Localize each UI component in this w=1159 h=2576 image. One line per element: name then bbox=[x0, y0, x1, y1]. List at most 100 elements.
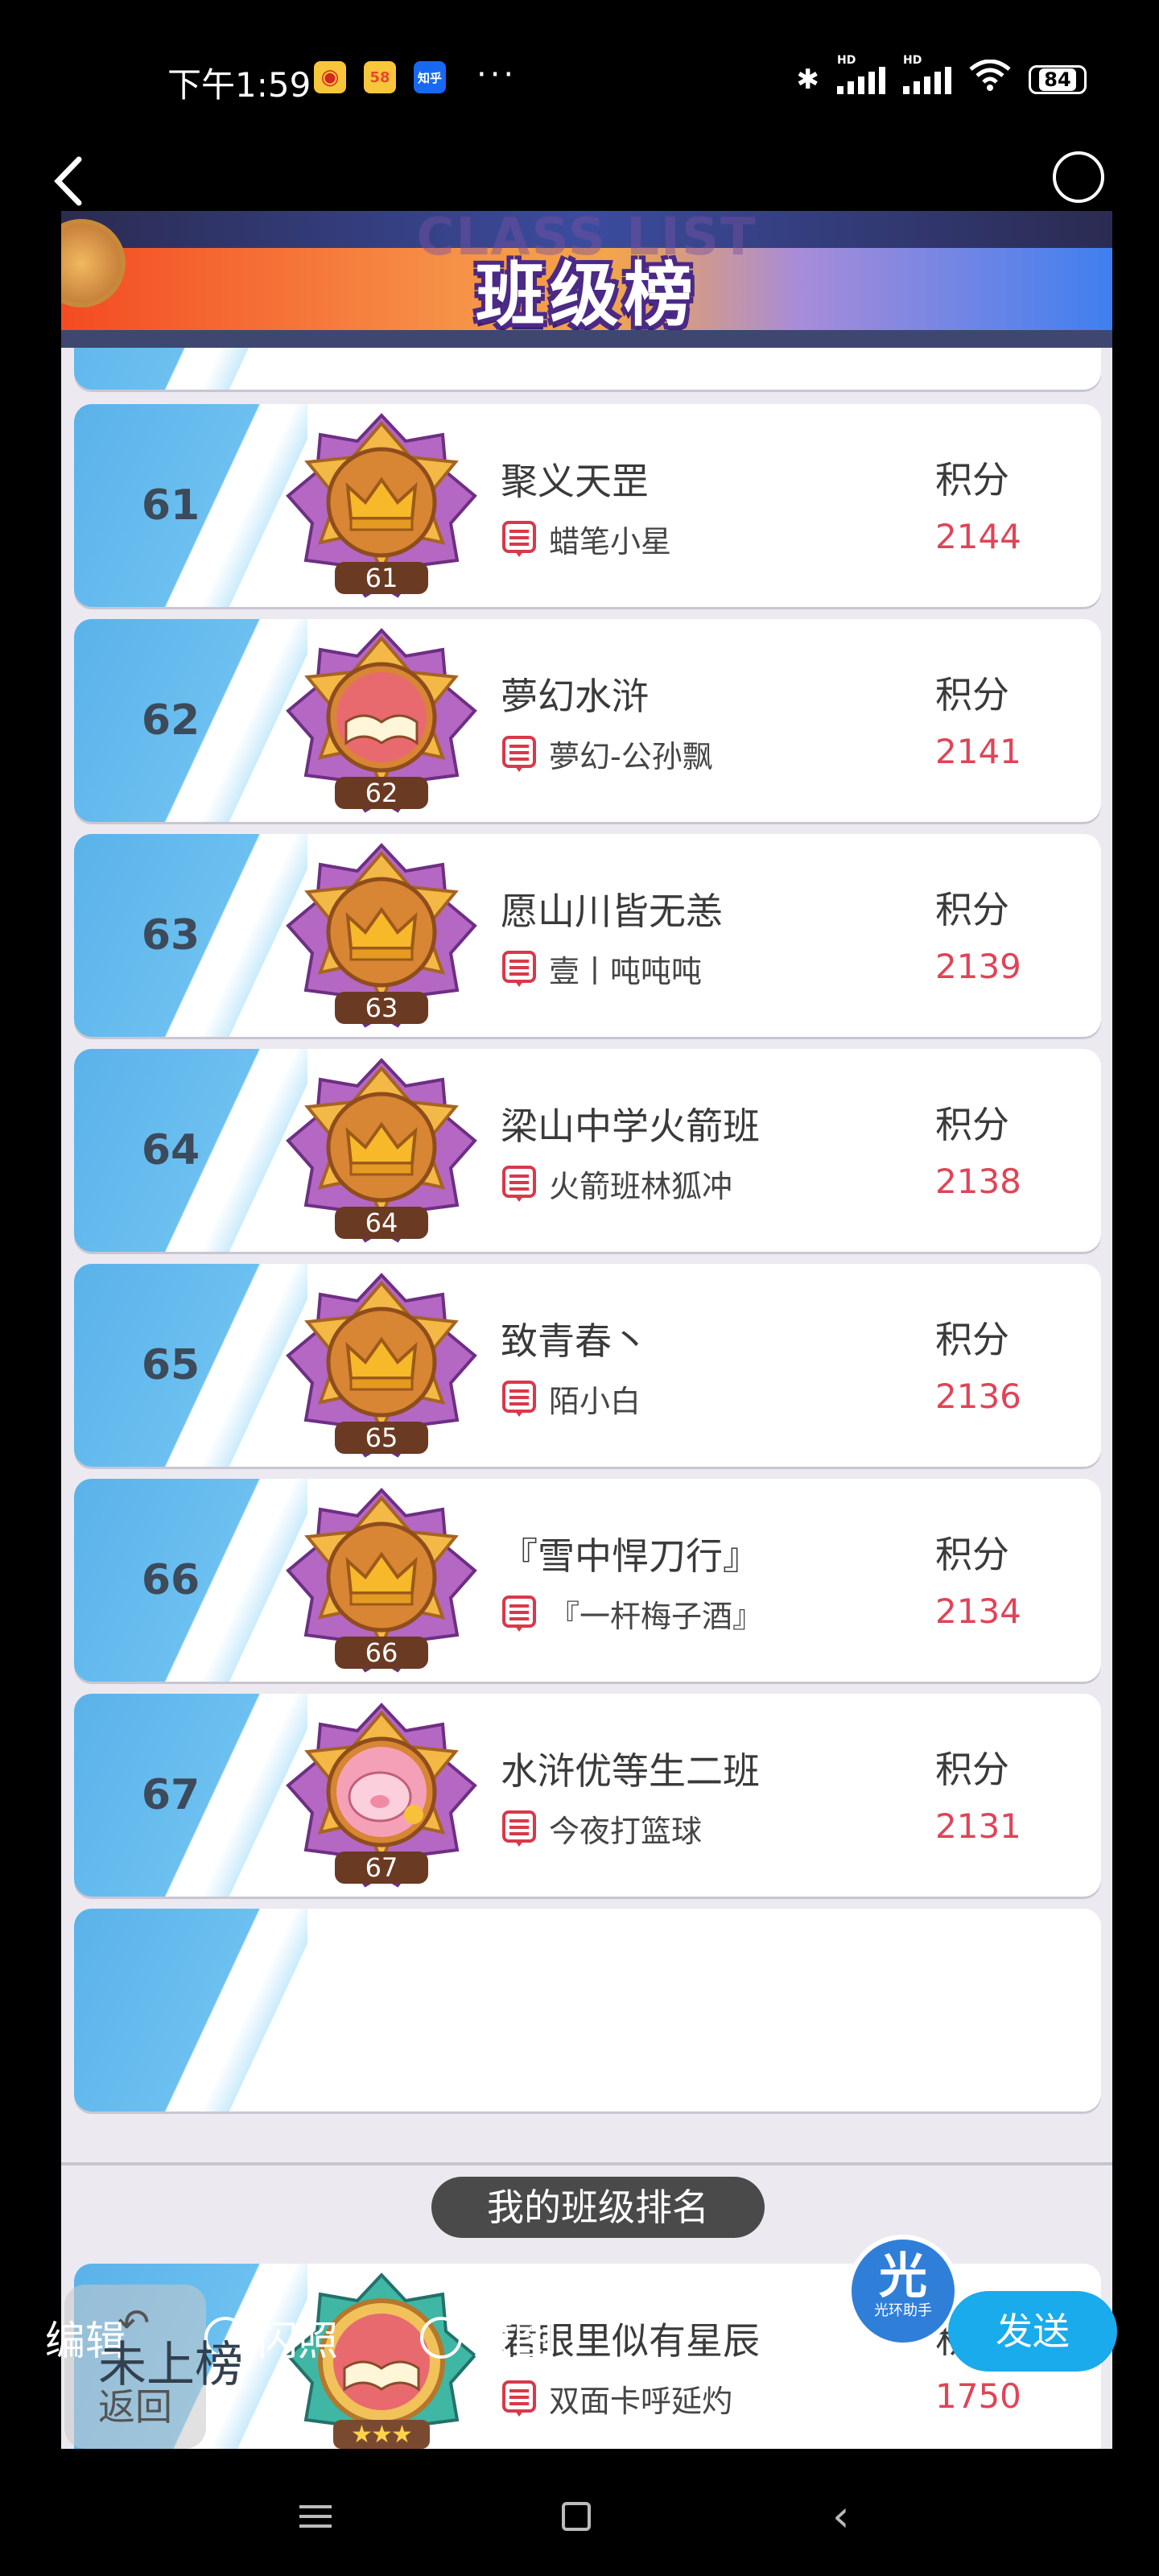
bluetooth-icon: ✱ bbox=[796, 63, 820, 96]
class-list-panel: CLASS LIST 班级榜 61 61 聚义天罡 蜡笔小星 积分 2144 6… bbox=[61, 211, 1112, 2449]
recent-apps-icon[interactable] bbox=[299, 2505, 332, 2534]
class-name: 水浒优等生二班 bbox=[501, 1749, 760, 1793]
badge-number: 65 bbox=[365, 1422, 398, 1453]
system-nav-bar: ‹ bbox=[0, 2455, 1159, 2576]
rank-strip bbox=[74, 348, 316, 390]
crown-badge-icon: 65 bbox=[285, 1272, 478, 1462]
my-rank: 未上榜 bbox=[98, 2337, 243, 2393]
score-value: 2134 bbox=[935, 1591, 1021, 1631]
leader-name: 夢幻-公孙飘 bbox=[549, 739, 713, 774]
my-class-leader: 双面卡呼延灼 bbox=[501, 2376, 732, 2421]
crown-badge-icon: 61 bbox=[285, 412, 478, 602]
badge-number: 61 bbox=[365, 563, 398, 593]
rank-number: 62 bbox=[141, 696, 200, 745]
circle-button[interactable] bbox=[1053, 151, 1104, 203]
class-leader: 壹丨吨吨吨 bbox=[501, 947, 702, 991]
class-leader: 蜡笔小星 bbox=[501, 517, 671, 561]
leader-name: 壹丨吨吨吨 bbox=[549, 954, 703, 989]
crown-badge-icon: 64 bbox=[285, 1057, 478, 1247]
zhihu-icon: 知乎 bbox=[414, 61, 446, 93]
class-flag-icon bbox=[501, 1380, 538, 1418]
back-arrow-icon[interactable] bbox=[48, 153, 97, 209]
score-label: 积分 bbox=[935, 1103, 1009, 1146]
score-value: 2139 bbox=[935, 947, 1021, 986]
ranking-list[interactable]: 61 61 聚义天罡 蜡笔小星 积分 2144 62 62 夢幻水浒 夢幻-公孙… bbox=[61, 348, 1112, 2162]
score-label: 积分 bbox=[935, 673, 1009, 716]
score-value: 2138 bbox=[935, 1162, 1021, 1201]
class-name: 夢幻水浒 bbox=[501, 675, 649, 718]
badge-number: 67 bbox=[365, 1852, 398, 1883]
book-badge-icon: 62 bbox=[285, 627, 478, 817]
badge-number: 62 bbox=[365, 778, 398, 808]
ranking-row-partial[interactable] bbox=[74, 1909, 1101, 2112]
rank-number: 66 bbox=[141, 1556, 200, 1604]
flash-label: 闪照 bbox=[258, 2318, 338, 2364]
58-icon: 58 bbox=[364, 61, 396, 93]
banner-bottom-strip bbox=[61, 330, 1112, 348]
rank-number: 65 bbox=[141, 1341, 200, 1389]
wifi-icon bbox=[969, 59, 1011, 99]
class-name: 『雪中悍刀行』 bbox=[501, 1534, 760, 1578]
score-value: 2141 bbox=[935, 732, 1021, 771]
original-radio[interactable] bbox=[420, 2317, 462, 2359]
svg-text:★: ★ bbox=[351, 2421, 373, 2449]
battery-level: 84 bbox=[1039, 68, 1076, 91]
ranking-row[interactable]: 64 64 梁山中学火箭班 火箭班林狐冲 积分 2138 bbox=[74, 1049, 1101, 1252]
class-flag-icon bbox=[501, 1165, 538, 1203]
score-value: 2131 bbox=[935, 1806, 1021, 1846]
divider bbox=[61, 2162, 1112, 2165]
svg-text:★: ★ bbox=[371, 2421, 393, 2449]
ranking-row[interactable]: 61 61 聚义天罡 蜡笔小星 积分 2144 bbox=[74, 404, 1101, 607]
class-name: 梁山中学火箭班 bbox=[501, 1104, 760, 1148]
ranking-row[interactable]: 66 66 『雪中悍刀行』 『一杆梅子酒』 积分 2134 bbox=[74, 1479, 1101, 1682]
rank-number: 63 bbox=[141, 911, 200, 960]
class-leader: 夢幻-公孙飘 bbox=[501, 732, 713, 776]
rank-number: 64 bbox=[141, 1126, 200, 1174]
original-label: 原图 bbox=[473, 2318, 554, 2364]
rank-strip bbox=[74, 1909, 316, 2112]
send-button[interactable]: 发送 bbox=[948, 2291, 1117, 2372]
banner: CLASS LIST 班级榜 bbox=[61, 211, 1112, 348]
ranking-row-partial[interactable] bbox=[74, 348, 1101, 390]
ranking-row[interactable]: 65 65 致青春丶 陌小白 积分 2136 bbox=[74, 1264, 1101, 1467]
ranking-row[interactable]: 67 67 水浒优等生二班 今夜打篮球 积分 2131 bbox=[74, 1694, 1101, 1897]
leader-name: 火箭班林狐冲 bbox=[549, 1169, 733, 1204]
assistant-floating-button[interactable]: 光 光环助手 bbox=[847, 2235, 959, 2347]
svg-text:★: ★ bbox=[391, 2421, 413, 2449]
pig-badge-icon: 67 bbox=[285, 1702, 478, 1892]
status-right: ✱ HD HD 84 bbox=[796, 54, 1087, 99]
status-bar: 下午1:59 ◉ 58 知乎 ··· ✱ HD HD 84 bbox=[0, 0, 1159, 145]
crown-badge-icon: 63 bbox=[285, 842, 478, 1032]
assistant-label: 光环助手 bbox=[874, 2302, 932, 2319]
leader-name: 今夜打篮球 bbox=[549, 1814, 703, 1849]
class-leader: 『一杆梅子酒』 bbox=[501, 1591, 763, 1636]
class-leader: 今夜打篮球 bbox=[501, 1806, 702, 1851]
class-flag-icon bbox=[501, 735, 538, 773]
home-icon[interactable] bbox=[562, 2502, 591, 2531]
score-value: 2144 bbox=[935, 517, 1021, 556]
original-photo-option[interactable]: 原图 bbox=[420, 2309, 554, 2367]
my-score: 1750 bbox=[935, 2376, 1021, 2416]
class-name: 愿山川皆无恙 bbox=[501, 890, 723, 933]
page-title: 班级榜 bbox=[476, 255, 698, 336]
signal-icon: HD bbox=[837, 54, 885, 94]
score-label: 积分 bbox=[935, 458, 1009, 502]
class-flag-icon bbox=[501, 520, 538, 558]
ranking-row[interactable]: 62 62 夢幻水浒 夢幻-公孙飘 积分 2141 bbox=[74, 619, 1101, 822]
badge-number: 66 bbox=[365, 1637, 398, 1668]
leader-name: 蜡笔小星 bbox=[549, 524, 672, 559]
nav-back-icon[interactable]: ‹ bbox=[832, 2491, 850, 2541]
score-value: 2136 bbox=[935, 1377, 1021, 1416]
class-flag-icon bbox=[501, 1810, 538, 1847]
ranking-row[interactable]: 63 63 愿山川皆无恙 壹丨吨吨吨 积分 2139 bbox=[74, 834, 1101, 1037]
score-label: 积分 bbox=[935, 1748, 1009, 1791]
my-class-section-title: 我的班级排名 bbox=[431, 2177, 765, 2238]
battery-icon: 84 bbox=[1029, 64, 1087, 94]
rank-number: 67 bbox=[141, 1771, 200, 1819]
class-flag-icon bbox=[501, 2380, 538, 2417]
score-label: 积分 bbox=[935, 888, 1009, 931]
score-label: 积分 bbox=[935, 1318, 1009, 1361]
badge-number: 64 bbox=[365, 1208, 398, 1238]
class-leader: 火箭班林狐冲 bbox=[501, 1162, 732, 1206]
crown-badge-icon: 66 bbox=[285, 1487, 478, 1677]
